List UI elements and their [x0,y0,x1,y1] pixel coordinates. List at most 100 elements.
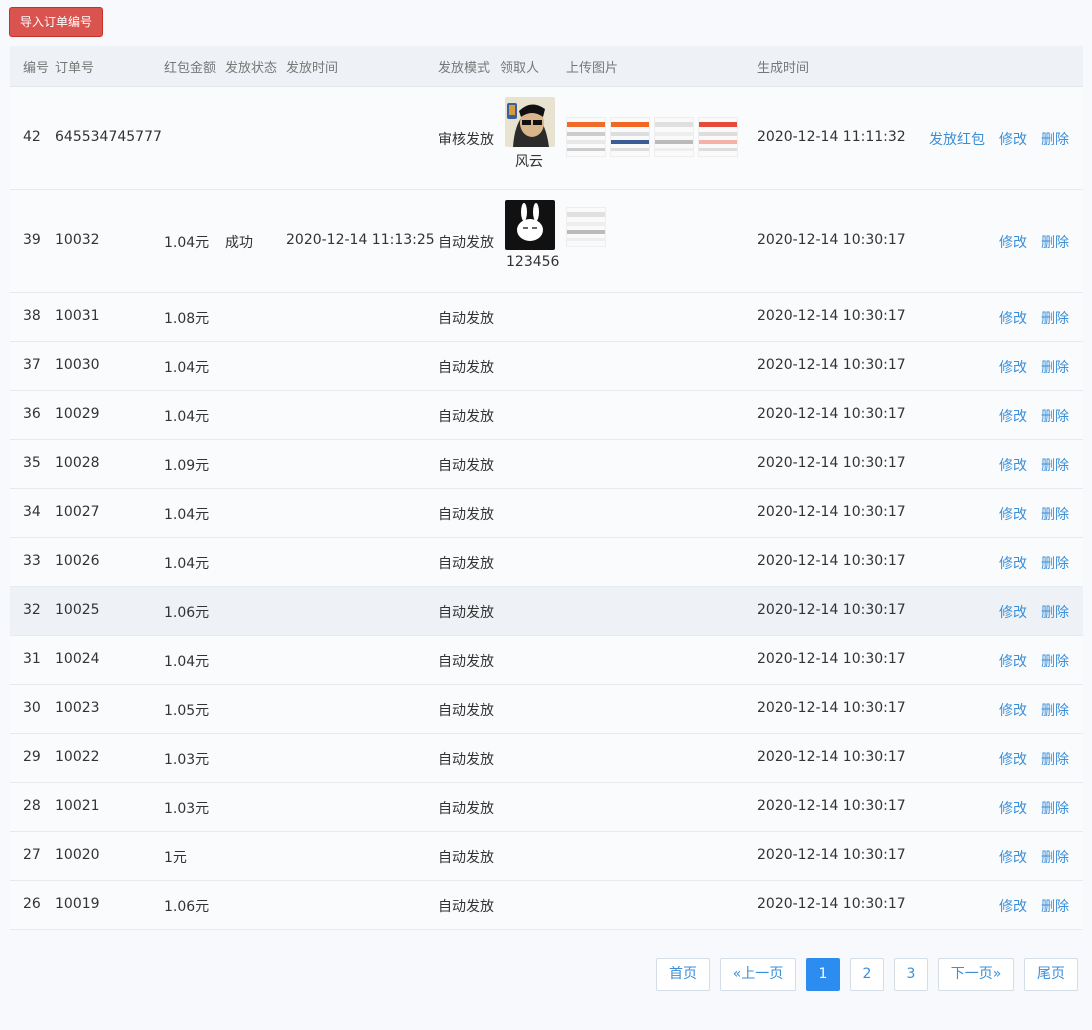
delete-link[interactable]: 删除 [1041,602,1069,622]
cell-id: 39 [23,232,41,248]
cell-mode: 自动发放 [438,458,494,474]
header-order: 订单号 [55,61,95,76]
edit-link[interactable]: 修改 [999,406,1027,426]
cell-order: 10022 [55,749,100,765]
cell-amount: 1.03元 [164,752,210,768]
edit-link[interactable]: 修改 [999,232,1027,252]
cell-order: 10024 [55,651,100,667]
table-row: 42 645534745777 审核发放 2020-12-14 11:11:32 风云 发… [10,87,1083,190]
header-id: 编号 [23,61,50,76]
pagination: 首页 «上一页 1 2 3 下一页» 尾页 [0,958,1092,993]
header-amount: 红包金额 [164,61,217,76]
import-order-numbers-button[interactable]: 导入订单编号 [9,7,103,37]
cell-order: 10023 [55,700,100,716]
delete-link[interactable]: 删除 [1041,700,1069,720]
cell-order: 10019 [55,896,100,912]
cell-id: 35 [23,455,41,471]
delete-link[interactable]: 删除 [1041,749,1069,769]
cell-amount: 1.04元 [164,507,210,523]
cell-amount: 1.04元 [164,360,210,376]
header-created: 生成时间 [757,61,810,76]
edit-link[interactable]: 修改 [999,602,1027,622]
delete-link[interactable]: 删除 [1041,232,1069,252]
cell-order: 10027 [55,504,100,520]
delete-link[interactable]: 删除 [1041,455,1069,475]
cell-mode: 自动发放 [438,752,494,768]
table-body: 42 645534745777 审核发放 2020-12-14 11:11:32 风云 发… [10,87,1083,930]
edit-link[interactable]: 修改 [999,798,1027,818]
edit-link[interactable]: 修改 [999,749,1027,769]
table-row: 39 10032 1.04元 成功 2020-12-14 11:13:25 自动发放 202… [10,190,1083,293]
receiver-name: 风云 [515,154,543,170]
cell-created: 2020-12-14 10:30:17 [757,406,906,422]
cell-created: 2020-12-14 10:30:17 [757,700,906,716]
cell-amount: 1.09元 [164,458,210,474]
header-mode: 发放模式 [438,61,491,76]
next-page-button[interactable]: 下一页» [938,958,1014,991]
edit-link[interactable]: 修改 [999,700,1027,720]
cell-created: 2020-12-14 11:11:32 [757,129,906,145]
cell-order: 10021 [55,798,100,814]
cell-amount: 1.05元 [164,703,210,719]
uploaded-image-thumbnail[interactable] [566,207,606,247]
uploaded-image-thumbnail[interactable] [566,117,606,157]
delete-link[interactable]: 删除 [1041,896,1069,916]
header-sent-time: 发放时间 [286,61,339,76]
delete-link[interactable]: 删除 [1041,847,1069,867]
delete-link[interactable]: 删除 [1041,553,1069,573]
delete-link[interactable]: 删除 [1041,357,1069,377]
cell-order: 10029 [55,406,100,422]
uploaded-image-thumbnail[interactable] [698,117,738,157]
first-page-button[interactable]: 首页 [656,958,710,991]
header-receiver: 领取人 [500,61,540,76]
uploaded-image-thumbnail[interactable] [610,117,650,157]
send-red-packet-link[interactable]: 发放红包 [929,129,985,149]
cell-mode: 自动发放 [438,899,494,915]
cell-mode: 自动发放 [438,311,494,327]
table-row: 35 10028 1.09元 自动发放 2020-12-14 10:30:17 修改 删除 [10,440,1083,489]
cell-order: 10031 [55,308,100,324]
cell-mode: 自动发放 [438,556,494,572]
page-2-button[interactable]: 2 [850,958,884,991]
rabbit-avatar [505,200,555,250]
prev-page-button[interactable]: «上一页 [720,958,796,991]
receiver-name: 123456 [506,254,560,270]
cell-id: 37 [23,357,41,373]
edit-link[interactable]: 修改 [999,847,1027,867]
edit-link[interactable]: 修改 [999,455,1027,475]
edit-link[interactable]: 修改 [999,357,1027,377]
cell-mode: 自动发放 [438,409,494,425]
cell-order: 10026 [55,553,100,569]
delete-link[interactable]: 删除 [1041,406,1069,426]
edit-link[interactable]: 修改 [999,896,1027,916]
sunglasses-man-avatar [505,97,555,147]
cell-amount: 1.06元 [164,605,210,621]
delete-link[interactable]: 删除 [1041,798,1069,818]
delete-link[interactable]: 删除 [1041,504,1069,524]
cell-mode: 自动发放 [438,654,494,670]
last-page-button[interactable]: 尾页 [1024,958,1078,991]
cell-amount: 1.04元 [164,409,210,425]
cell-created: 2020-12-14 10:30:17 [757,357,906,373]
edit-link[interactable]: 修改 [999,504,1027,524]
page-1-button[interactable]: 1 [806,958,840,991]
delete-link[interactable]: 删除 [1041,129,1069,149]
table-row: 31 10024 1.04元 自动发放 2020-12-14 10:30:17 修改 删除 [10,636,1083,685]
delete-link[interactable]: 删除 [1041,651,1069,671]
table-row: 37 10030 1.04元 自动发放 2020-12-14 10:30:17 修改 删除 [10,342,1083,391]
cell-order: 10030 [55,357,100,373]
cell-id: 42 [23,129,41,145]
cell-mode: 自动发放 [438,507,494,523]
table-row: 32 10025 1.06元 自动发放 2020-12-14 10:30:17 修改 删除 [10,587,1083,636]
table-row: 29 10022 1.03元 自动发放 2020-12-14 10:30:17 修改 删除 [10,734,1083,783]
edit-link[interactable]: 修改 [999,308,1027,328]
cell-id: 33 [23,553,41,569]
delete-link[interactable]: 删除 [1041,308,1069,328]
page-3-button[interactable]: 3 [894,958,928,991]
edit-link[interactable]: 修改 [999,553,1027,573]
uploaded-image-thumbnail[interactable] [654,117,694,157]
cell-created: 2020-12-14 10:30:17 [757,847,906,863]
cell-sent-time: 2020-12-14 11:13:25 [286,232,435,248]
edit-link[interactable]: 修改 [999,651,1027,671]
edit-link[interactable]: 修改 [999,129,1027,149]
